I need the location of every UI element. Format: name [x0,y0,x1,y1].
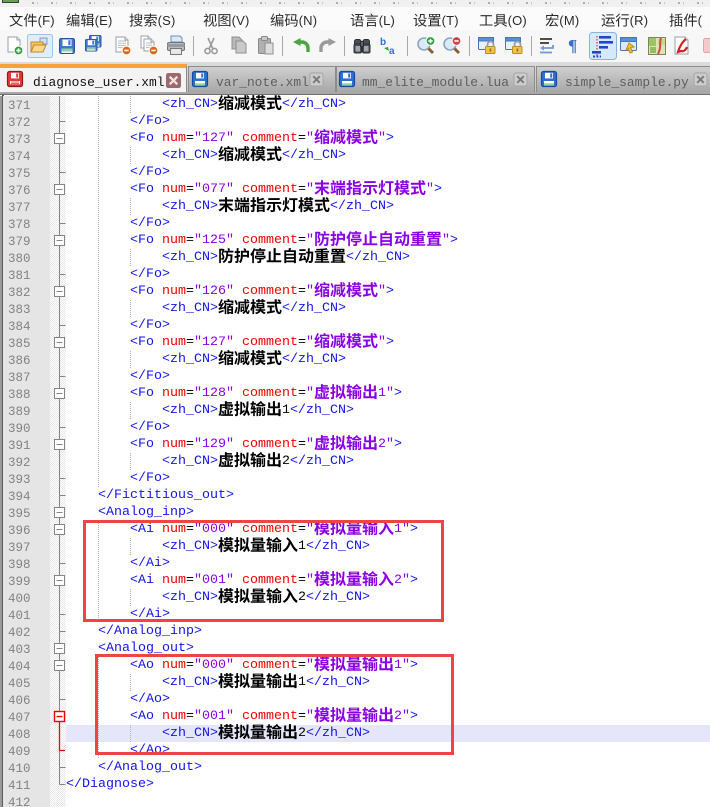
svg-text:a: a [389,46,395,56]
svg-text:¶: ¶ [568,36,577,55]
svg-text:b: b [380,37,386,48]
